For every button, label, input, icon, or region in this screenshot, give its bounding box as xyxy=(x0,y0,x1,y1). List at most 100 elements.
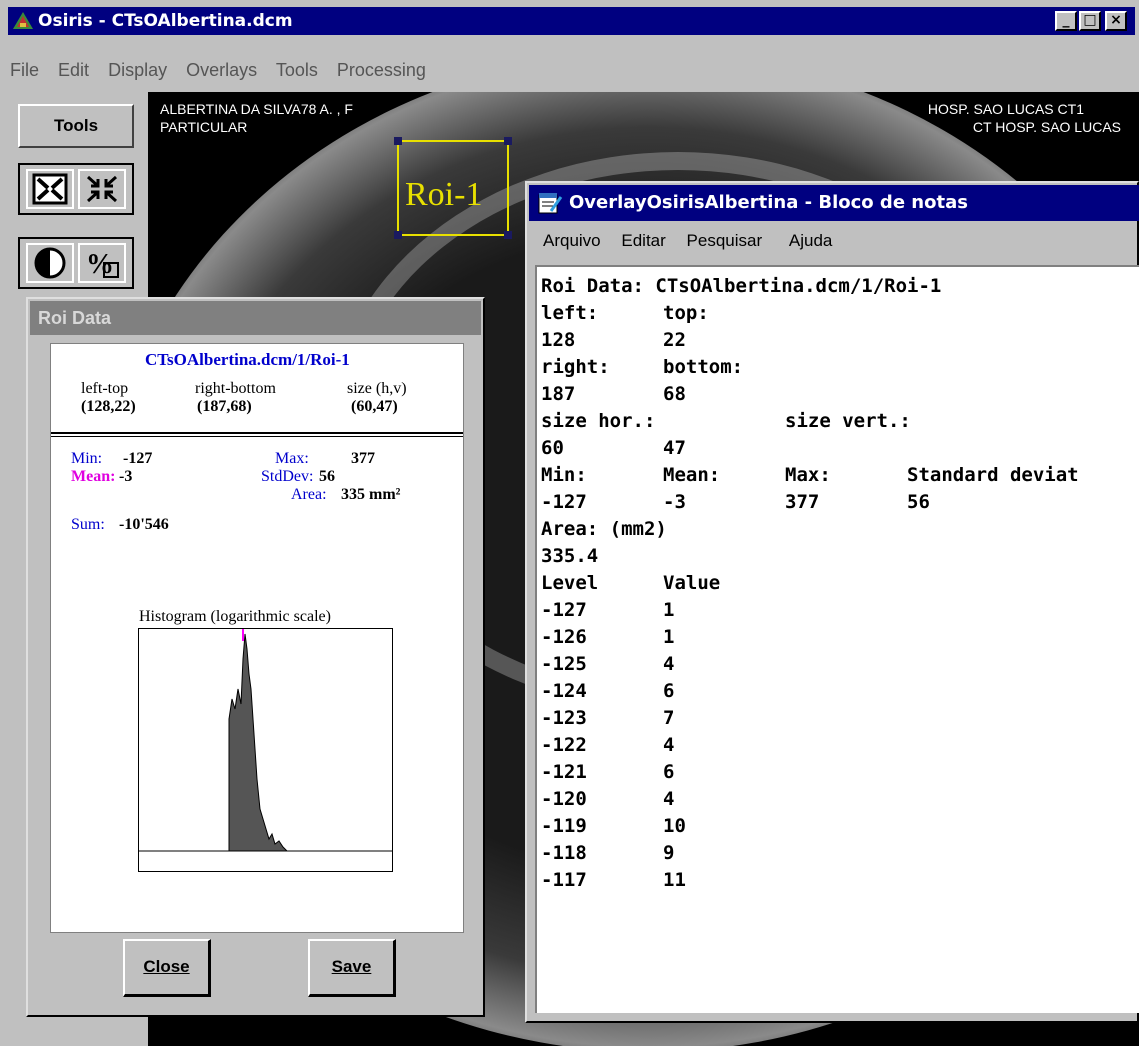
roi-handle-top-left[interactable] xyxy=(394,137,402,145)
contrast-icon[interactable] xyxy=(26,243,74,283)
np-size-hor-value: 60 xyxy=(541,437,564,459)
main-title-text: Osiris - CTsOAlbertina.dcm xyxy=(38,11,293,31)
right-bottom-value: (187,68) xyxy=(197,398,252,415)
np-level-cell: -119 xyxy=(541,815,587,837)
np-level-row: -122 4 xyxy=(541,732,674,759)
np-level-cell: -118 xyxy=(541,842,587,864)
np-value-cell: 4 xyxy=(663,788,675,810)
close-button[interactable]: Close xyxy=(123,939,211,997)
notepad-menu-editar[interactable]: Editar xyxy=(621,231,665,250)
np-left-value: 128 xyxy=(541,329,576,351)
np-level-cell: -125 xyxy=(541,653,587,675)
roi-rectangle[interactable]: Roi-1 xyxy=(394,137,512,239)
np-size-labels: size hor.: size vert.: xyxy=(541,408,911,435)
min-value: -127 xyxy=(123,450,153,467)
np-level-cell: -120 xyxy=(541,788,587,810)
np-max-label: Max: xyxy=(785,464,831,486)
np-top-label: top: xyxy=(663,302,709,324)
np-level-row: -127 1 xyxy=(541,597,674,624)
tools-button[interactable]: Tools xyxy=(18,104,134,148)
svg-text:%: % xyxy=(86,249,114,280)
max-label: Max: xyxy=(275,450,309,467)
hospital-overlay-line1: HOSP. SAO LUCAS CT1 xyxy=(927,101,1084,117)
stddev-label: StdDev: xyxy=(261,468,314,485)
np-mean-value: -3 xyxy=(663,491,686,513)
notepad-menu-ajuda[interactable]: Ajuda xyxy=(789,231,832,250)
notepad-title-text: OverlayOsirisAlbertina - Bloco de notas xyxy=(569,192,968,213)
np-level-row: -121 6 xyxy=(541,759,674,786)
np-value-header: Value xyxy=(663,572,721,594)
np-top-value: 22 xyxy=(663,329,686,351)
np-min-label: Min: xyxy=(541,464,587,486)
np-left-top-labels: left: top: xyxy=(541,300,709,327)
roi-handle-top-right[interactable] xyxy=(504,137,512,145)
menu-display[interactable]: Display xyxy=(108,60,167,80)
sum-value: -10'546 xyxy=(119,516,169,533)
np-level-row: -123 7 xyxy=(541,705,674,732)
patient-info-overlay: PARTICULAR xyxy=(160,119,248,135)
histogram-plot xyxy=(138,628,393,872)
np-level-cell: -117 xyxy=(541,869,587,891)
notepad-text-area[interactable]: Roi Data: CTsOAlbertina.dcm/1/Roi-1 left… xyxy=(535,265,1139,1013)
histogram-title: Histogram (logarithmic scale) xyxy=(139,608,331,625)
menu-edit[interactable]: Edit xyxy=(58,60,89,80)
menu-tools[interactable]: Tools xyxy=(276,60,318,80)
minimize-button[interactable]: _ xyxy=(1055,11,1077,31)
np-right-bottom-labels: right: bottom: xyxy=(541,354,743,381)
histogram-graphic xyxy=(139,629,392,852)
zoom-tool-group xyxy=(18,163,134,215)
notepad-icon xyxy=(538,193,563,214)
np-value-cell: 1 xyxy=(663,626,675,648)
roi-dialog-title[interactable]: Roi Data xyxy=(30,301,481,335)
np-bottom-value: 68 xyxy=(663,383,686,405)
np-value-cell: 4 xyxy=(663,734,675,756)
np-value-cell: 7 xyxy=(663,707,675,729)
np-std-label: Standard deviat xyxy=(907,464,1079,486)
np-mean-label: Mean: xyxy=(663,464,721,486)
hospital-overlay-line2: CT HOSP. SAO LUCAS xyxy=(972,119,1121,135)
notepad-menu-arquivo[interactable]: Arquivo xyxy=(543,231,601,250)
contrast-tool-group: % xyxy=(18,237,134,289)
notepad-title-bar[interactable]: OverlayOsirisAlbertina - Bloco de notas xyxy=(529,185,1139,221)
main-window: Osiris - CTsOAlbertina.dcm _ □ × File Ed… xyxy=(0,0,1139,1046)
np-max-value: 377 xyxy=(785,491,820,513)
np-size-hor-label: size hor.: xyxy=(541,410,656,432)
close-window-button[interactable]: × xyxy=(1105,11,1127,31)
histogram-area xyxy=(228,633,289,852)
patient-name-overlay: ALBERTINA DA SILVA78 A. , F xyxy=(160,101,353,117)
max-value: 377 xyxy=(351,450,375,467)
percent-tool-icon[interactable]: % xyxy=(78,243,126,283)
np-level-cell: -126 xyxy=(541,626,587,648)
save-button[interactable]: Save xyxy=(308,939,396,997)
menu-file[interactable]: File xyxy=(10,60,39,80)
roi-data-dialog: Roi Data CTsOAlbertina.dcm/1/Roi-1 left-… xyxy=(26,297,485,1017)
close-button-label: Close xyxy=(143,957,190,976)
fit-window-icon[interactable] xyxy=(26,169,74,209)
area-label: Area: xyxy=(291,486,327,503)
menu-processing[interactable]: Processing xyxy=(337,60,426,80)
np-right-bottom-values: 187 68 xyxy=(541,381,686,408)
np-level-row: -124 6 xyxy=(541,678,674,705)
np-level-row: -118 9 xyxy=(541,840,674,867)
save-button-label: Save xyxy=(331,957,372,976)
np-bottom-label: bottom: xyxy=(663,356,744,378)
menu-overlays[interactable]: Overlays xyxy=(186,60,257,80)
maximize-button[interactable]: □ xyxy=(1079,11,1101,31)
np-level-row: -120 4 xyxy=(541,786,674,813)
mean-label: Mean: xyxy=(71,468,116,485)
roi-handle-bottom-left[interactable] xyxy=(394,231,402,239)
np-stats-labels: Min: Mean: Max: Standard deviat xyxy=(541,462,1079,489)
notepad-menu-bar: Arquivo Editar Pesquisar Ajuda xyxy=(543,231,848,251)
roi-handle-bottom-right[interactable] xyxy=(504,231,512,239)
shrink-icon[interactable] xyxy=(78,169,126,209)
np-right-value: 187 xyxy=(541,383,576,405)
notepad-menu-pesquisar[interactable]: Pesquisar xyxy=(687,231,763,250)
osiris-app-icon xyxy=(13,12,33,29)
np-min-value: -127 xyxy=(541,491,587,513)
stddev-value: 56 xyxy=(319,468,335,485)
np-value-cell: 6 xyxy=(663,680,675,702)
np-stats-values: -127 -3 377 56 xyxy=(541,489,930,516)
np-left-top-values: 128 22 xyxy=(541,327,686,354)
main-title-bar[interactable]: Osiris - CTsOAlbertina.dcm _ □ × xyxy=(8,7,1135,35)
left-top-label: left-top xyxy=(81,380,129,397)
